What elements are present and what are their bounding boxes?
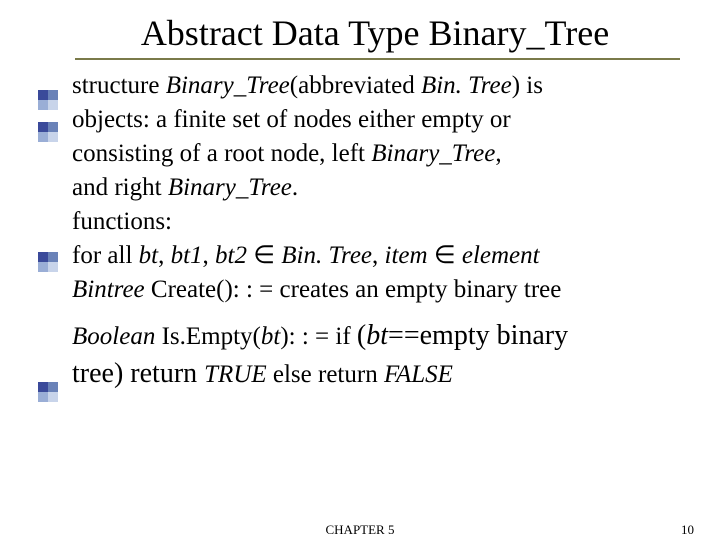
text: , bbox=[158, 242, 171, 269]
line-isempty2: tree) return TRUE else return FALSE bbox=[72, 356, 700, 392]
line-functions: functions: bbox=[72, 206, 700, 238]
text-italic: Binary_Tree bbox=[166, 72, 290, 99]
line-objects2: consisting of a root node, left Binary_T… bbox=[72, 138, 700, 170]
text: ): : = if bbox=[280, 323, 357, 350]
text-italic: element bbox=[462, 242, 540, 269]
text: consisting of a root node, left bbox=[72, 140, 371, 167]
text-italic: bt2 bbox=[215, 242, 247, 269]
text: ==empty binary bbox=[388, 320, 568, 351]
text-italic: bt bbox=[139, 242, 158, 269]
text: ∈ bbox=[247, 242, 281, 269]
bullet-icon bbox=[38, 122, 60, 144]
text-italic: Bintree bbox=[72, 276, 151, 303]
text-italic: bt1 bbox=[171, 242, 203, 269]
page-title: Abstract Data Type Binary_Tree bbox=[90, 12, 660, 54]
line-isempty1: Boolean Is.Empty(bt): : = if (bt==empty … bbox=[72, 318, 700, 354]
text: ∈ bbox=[428, 242, 462, 269]
text: , bbox=[372, 242, 385, 269]
text: (abbreviated bbox=[290, 72, 421, 99]
text: Is.Empty( bbox=[162, 323, 261, 350]
text: . bbox=[292, 174, 298, 201]
text-italic: Binary_Tree bbox=[168, 174, 292, 201]
bullet-icon bbox=[38, 252, 60, 274]
bullet-icon bbox=[38, 90, 60, 112]
text-italic: bt bbox=[261, 323, 280, 350]
line-objects1: objects: a finite set of nodes either em… bbox=[72, 104, 700, 136]
text-italic: Boolean bbox=[72, 323, 162, 350]
bullet-icon bbox=[38, 382, 60, 404]
title-underline bbox=[75, 58, 680, 60]
line-structure: structure Binary_Tree(abbreviated Bin. T… bbox=[72, 70, 700, 102]
footer-page-number: 10 bbox=[681, 522, 694, 538]
text-italic: Bin. Tree bbox=[421, 72, 512, 99]
content-block: structure Binary_Tree(abbreviated Bin. T… bbox=[72, 70, 700, 392]
text: ) is bbox=[512, 72, 543, 99]
text: else return bbox=[267, 361, 384, 388]
text: Create(): : = creates an empty binary tr… bbox=[151, 276, 561, 303]
line-create: Bintree Create(): : = creates an empty b… bbox=[72, 274, 700, 306]
text-italic: Bin. Tree bbox=[281, 242, 372, 269]
footer-chapter: CHAPTER 5 bbox=[0, 522, 720, 538]
text: and right bbox=[72, 174, 168, 201]
line-forall: for all bt, bt1, bt2 ∈ Bin. Tree, item ∈… bbox=[72, 240, 700, 272]
text: ( bbox=[357, 320, 366, 351]
text: tree) return bbox=[72, 358, 204, 389]
text: , bbox=[203, 242, 216, 269]
text-italic: bt bbox=[366, 320, 388, 351]
text-italic: Binary_Tree bbox=[371, 140, 495, 167]
text: , bbox=[495, 140, 501, 167]
text-italic: TRUE bbox=[204, 361, 267, 388]
text-italic: item bbox=[385, 242, 428, 269]
text-italic: FALSE bbox=[384, 361, 453, 388]
text: structure bbox=[72, 72, 166, 99]
text: for all bbox=[72, 242, 139, 269]
slide: Abstract Data Type Binary_Tree structure… bbox=[0, 12, 720, 552]
line-objects3: and right Binary_Tree. bbox=[72, 172, 700, 204]
